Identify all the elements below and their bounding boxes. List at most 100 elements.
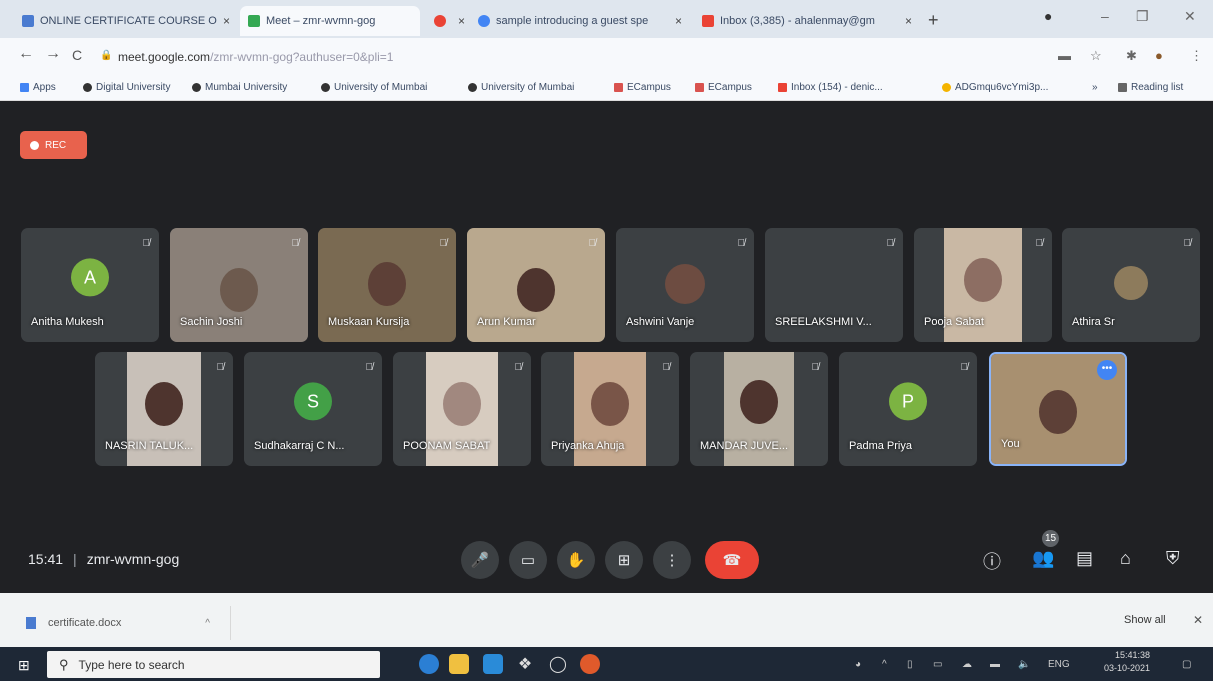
globe-icon — [468, 83, 477, 92]
raise-hand-button[interactable]: ✋ — [557, 541, 595, 579]
participant-tile[interactable]: 🎙̸ NASRIN TALUK... — [95, 352, 233, 466]
bookmark-inbox[interactable]: Inbox (154) - denic... — [778, 82, 883, 93]
participant-name: POONAM SABAT — [403, 440, 491, 452]
activities-icon[interactable]: ⌂ — [1120, 548, 1131, 569]
battery-icon[interactable]: ▭ — [933, 659, 942, 670]
participant-tile[interactable]: 🎙̸ Pooja Sabat — [914, 228, 1052, 342]
present-button[interactable]: ⊞ — [605, 541, 643, 579]
reload-icon[interactable]: C — [72, 47, 82, 63]
bookmark-adg[interactable]: ADGmqu6vcYmi3p... — [942, 82, 1048, 93]
bookmark-apps[interactable]: Apps — [20, 82, 56, 93]
participant-face — [740, 380, 778, 424]
participants-count-badge: 15 — [1042, 530, 1059, 547]
participant-tile[interactable]: S 🎙̸ Sudhakarraj C N... — [244, 352, 382, 466]
forward-icon[interactable]: → — [45, 45, 61, 63]
mic-button[interactable]: 🎤 — [461, 541, 499, 579]
chevron-up-icon[interactable]: ^ — [205, 618, 210, 629]
more-options-button[interactable]: ⋮ — [653, 541, 691, 579]
bookmark-ecampus-2[interactable]: ECampus — [695, 82, 752, 93]
participant-tile[interactable]: A 🎙̸ Anitha Mukesh — [21, 228, 159, 342]
close-icon[interactable]: × — [905, 14, 912, 28]
participant-tile[interactable]: 🎙̸ MANDAR JUVE... — [690, 352, 828, 466]
avatar: P — [889, 382, 927, 421]
tab-recording[interactable]: × — [426, 6, 466, 36]
reading-list[interactable]: Reading list — [1118, 82, 1183, 93]
display-icon[interactable]: ▬ — [990, 659, 1000, 670]
host-controls-icon[interactable]: ⛨ — [1166, 548, 1180, 569]
tab-google-search[interactable]: sample introducing a guest spe × — [470, 6, 690, 36]
bookmark-digital-university[interactable]: Digital University — [83, 82, 170, 93]
address-bar[interactable]: meet.google.com/zmr-wvmn-gog?authuser=0&… — [118, 50, 393, 64]
camera-button[interactable]: ▭ — [509, 541, 547, 579]
close-icon[interactable]: × — [675, 14, 682, 28]
weather-icon[interactable]: ◕ — [855, 659, 861, 670]
participant-name: Arun Kumar — [477, 316, 536, 328]
chat-icon[interactable]: ▤ — [1076, 548, 1093, 569]
close-icon[interactable]: × — [458, 14, 465, 28]
more-options-icon[interactable]: ••• — [1097, 360, 1117, 380]
hand-icon: ✋ — [566, 552, 586, 569]
profile-icon[interactable]: ● — [1044, 8, 1052, 24]
file-explorer-icon[interactable] — [449, 654, 469, 674]
participant-tile[interactable]: 🎙̸ Priyanka Ahuja — [541, 352, 679, 466]
leave-call-button[interactable]: ☎ — [705, 541, 759, 579]
menu-icon[interactable]: ⋮ — [1190, 48, 1203, 64]
participant-face — [443, 382, 481, 426]
bookmark-star-icon[interactable]: ☆ — [1090, 48, 1102, 64]
minimize-icon[interactable]: – — [1101, 8, 1109, 24]
participant-tile[interactable]: 🎙̸ POONAM SABAT — [393, 352, 531, 466]
dropbox-icon[interactable]: ❖ — [515, 654, 535, 674]
bookmark-ecampus-1[interactable]: ECampus — [614, 82, 671, 93]
show-all-button[interactable]: Show all — [1124, 614, 1166, 626]
download-item[interactable]: certificate.docx ^ — [12, 606, 231, 640]
mic-muted-icon: 🎙̸ — [365, 362, 374, 373]
mic-muted-icon: 🎙̸ — [216, 362, 225, 373]
chrome-icon[interactable] — [580, 654, 600, 674]
network-icon[interactable]: ▯ — [907, 659, 913, 670]
new-tab-button[interactable]: + — [928, 10, 939, 31]
close-icon[interactable]: × — [223, 14, 230, 28]
edge-icon[interactable] — [419, 654, 439, 674]
avatar[interactable]: ● — [1155, 48, 1163, 63]
window-close-icon[interactable]: ✕ — [1184, 8, 1196, 25]
participant-name: Muskaan Kursija — [328, 316, 410, 328]
globe-icon — [83, 83, 92, 92]
bookmark-university-of-mumbai-1[interactable]: University of Mumbai — [321, 82, 427, 93]
search-icon: ⚲ — [59, 656, 69, 672]
people-icon[interactable]: 👥 — [1032, 548, 1054, 569]
tab-gmail[interactable]: Inbox (3,385) - ahalenmay@gm × — [694, 6, 920, 36]
participant-tile[interactable]: 🎙̸ SREELAKSHMI V... — [765, 228, 903, 342]
participant-tile[interactable]: P 🎙̸ Padma Priya — [839, 352, 977, 466]
bookmark-mumbai-university[interactable]: Mumbai University — [192, 82, 287, 93]
chevron-up-icon[interactable]: ^ — [882, 659, 887, 670]
bookmarks-overflow[interactable]: » — [1092, 82, 1098, 93]
close-download-bar-icon[interactable]: ✕ — [1193, 613, 1203, 627]
participant-tile[interactable]: 🎙̸ Athira Sr — [1062, 228, 1200, 342]
taskbar-search[interactable]: ⚲ Type here to search — [47, 651, 380, 678]
restore-icon[interactable]: ❐ — [1136, 8, 1149, 25]
participant-tile[interactable]: 🎙̸ Sachin Joshi — [170, 228, 308, 342]
back-icon[interactable]: ← — [18, 45, 34, 63]
participant-photo — [665, 264, 705, 304]
cortana-icon[interactable]: ◯ — [548, 654, 568, 674]
participant-tile[interactable]: 🎙̸ Ashwini Vanje — [616, 228, 754, 342]
windows-start-icon[interactable]: ⊞ — [18, 657, 30, 674]
camera-site-icon[interactable]: ▬ — [1058, 48, 1071, 63]
onedrive-icon[interactable]: ☁ — [962, 659, 972, 670]
system-clock[interactable]: 15:41:38 03-10-2021 — [1104, 649, 1150, 675]
tab-certificate-course[interactable]: ONLINE CERTIFICATE COURSE O × — [14, 6, 238, 36]
mic-muted-icon: 🎙̸ — [588, 238, 597, 249]
extensions-icon[interactable]: ✱ — [1126, 48, 1137, 64]
store-icon[interactable] — [483, 654, 503, 674]
notifications-icon[interactable]: ▢ — [1182, 659, 1191, 670]
tab-meet[interactable]: Meet – zmr-wvmn-gog — [240, 6, 420, 36]
bookmark-university-of-mumbai-2[interactable]: University of Mumbai — [468, 82, 574, 93]
language-indicator[interactable]: ENG — [1048, 659, 1070, 670]
volume-icon[interactable]: 🔈 — [1018, 659, 1030, 670]
participant-tile[interactable]: 🎙̸ Arun Kumar — [467, 228, 605, 342]
participant-tile[interactable]: 🎙̸ Muskaan Kursija — [318, 228, 456, 342]
meeting-details-icon[interactable]: ⓘ — [983, 548, 1001, 574]
self-view-tile[interactable]: ••• You — [989, 352, 1127, 466]
search-placeholder: Type here to search — [78, 657, 185, 672]
avatar: A — [71, 258, 109, 297]
